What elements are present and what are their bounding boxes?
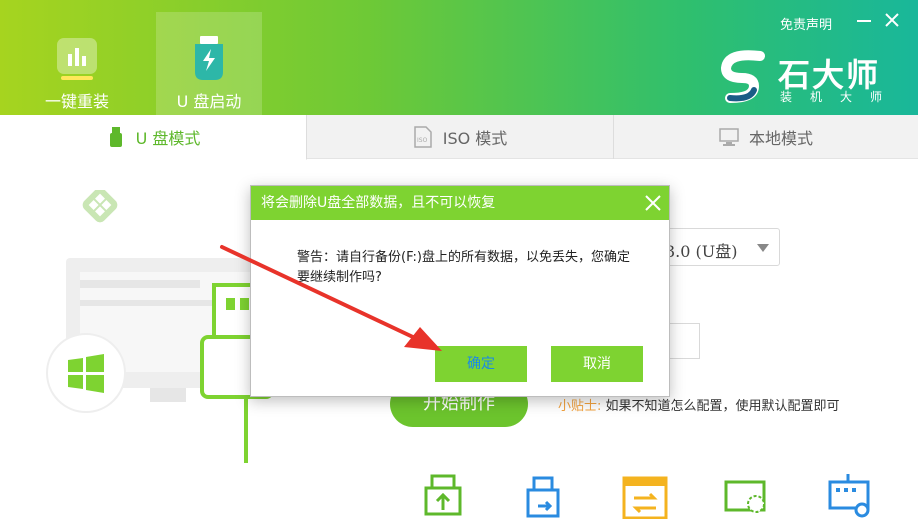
usb-restore-icon[interactable] xyxy=(518,470,568,519)
minimize-icon[interactable] xyxy=(856,12,872,28)
tool-bar xyxy=(410,470,890,519)
usb-icon xyxy=(109,127,122,147)
mode-label: ISO 模式 xyxy=(442,129,508,148)
usb-drive-icon xyxy=(195,36,223,80)
dialog-title: 将会删除U盘全部数据，且不可以恢复 xyxy=(251,186,669,220)
chart-icon xyxy=(57,38,97,80)
tip-text: 小贴士: 如果不知道怎么配置，使用默认配置即可 xyxy=(558,395,840,414)
monitor-icon xyxy=(719,128,739,146)
mode-tabs: U 盘模式 ISO ISO 模式 本地模式 xyxy=(0,115,918,160)
disclaimer-link[interactable]: 免责声明 xyxy=(780,14,832,33)
tip-label: 小贴士: xyxy=(558,399,602,414)
close-icon[interactable] xyxy=(643,193,663,213)
logo-mark-icon xyxy=(720,50,765,103)
simulate-boot-icon[interactable] xyxy=(722,470,772,519)
iso-file-icon: ISO xyxy=(413,126,432,148)
tab-label: U 盘启动 xyxy=(176,92,242,111)
keyboard-search-icon[interactable] xyxy=(824,470,874,519)
mode-label: U 盘模式 xyxy=(135,129,201,148)
svg-text:ISO: ISO xyxy=(417,137,428,144)
red-arrow-annotation xyxy=(220,245,442,351)
format-convert-icon[interactable] xyxy=(620,470,670,519)
cancel-button[interactable]: 取消 xyxy=(551,346,643,382)
close-icon[interactable] xyxy=(884,12,900,28)
tab-one-click-reinstall[interactable]: 一键重装 xyxy=(24,12,130,115)
mode-label: 本地模式 xyxy=(748,129,813,148)
usb-upgrade-icon[interactable] xyxy=(418,470,468,519)
tab-iso-mode[interactable]: ISO ISO 模式 xyxy=(307,115,614,159)
tab-label: 一键重装 xyxy=(44,92,109,111)
app-header: 一键重装 U 盘启动 免责声明 石大师 装机大师 xyxy=(0,0,918,115)
chevron-down-icon xyxy=(757,244,769,252)
logo-subtitle: 装机大师 xyxy=(780,90,901,104)
tab-local-mode[interactable]: 本地模式 xyxy=(614,115,918,159)
tab-usb-boot[interactable]: U 盘启动 xyxy=(156,12,262,115)
brand-logo: 石大师 装机大师 xyxy=(720,50,900,106)
device-select-value: 3.0 (U盘) xyxy=(665,242,738,261)
tab-usb-mode[interactable]: U 盘模式 xyxy=(0,115,307,160)
tip-message: 如果不知道怎么配置，使用默认配置即可 xyxy=(605,399,840,414)
